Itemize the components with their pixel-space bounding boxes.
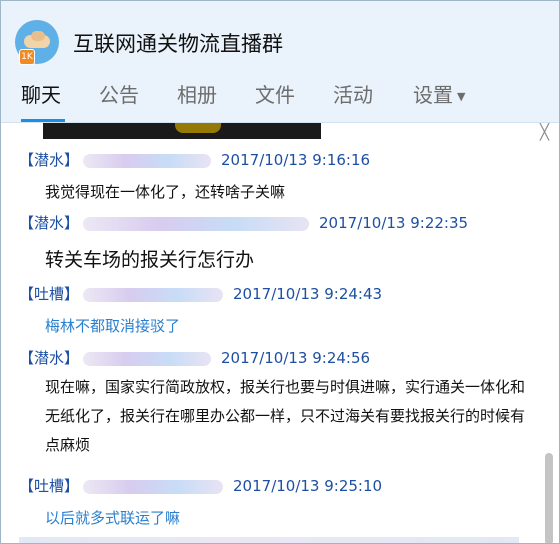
next-message-cutoff <box>19 537 519 543</box>
message-meta: 【吐槽】 2017/10/13 9:25:10 <box>19 475 382 496</box>
message-meta: 【潜水】 2017/10/13 9:22:35 <box>19 212 468 233</box>
message-text: 梅林不都取消接驳了 <box>45 317 181 335</box>
group-title: 互联网通关物流直播群 <box>73 32 283 56</box>
message-time: 2017/10/13 9:16:16 <box>221 151 371 169</box>
message-meta: 【吐槽】 2017/10/13 9:24:43 <box>19 283 382 304</box>
message-time: 2017/10/13 9:25:10 <box>233 477 383 495</box>
shared-image-thumbnail[interactable] <box>43 123 321 139</box>
message-time: 2017/10/13 9:24:56 <box>221 349 371 367</box>
message-text: 转关车场的报关行怎行办 <box>45 249 255 271</box>
message-text: 以后就多式联运了嘛 <box>45 509 181 527</box>
message-meta: 【潜水】 2017/10/13 9:24:56 <box>19 347 370 368</box>
message-time: 2017/10/13 9:22:35 <box>319 214 469 232</box>
chevron-down-icon: ▼ <box>457 90 466 103</box>
close-icon[interactable]: ╳ <box>540 123 549 141</box>
chat-message-area[interactable]: ╳ 【潜水】 2017/10/13 9:16:16 我觉得现在一体化了，还转啥子关… <box>1 123 559 543</box>
message-meta: 【潜水】 2017/10/13 9:16:16 <box>19 149 370 170</box>
tab-settings-label: 设置 <box>413 83 453 107</box>
tab-activities[interactable]: 活动 <box>333 79 373 108</box>
blurred-member-name[interactable] <box>83 153 212 168</box>
active-tab-indicator <box>21 119 65 122</box>
blurred-member-name[interactable] <box>83 216 310 231</box>
group-level-badge: 1K <box>19 49 35 65</box>
tab-album[interactable]: 相册 <box>177 79 217 108</box>
handshake-icon-detail <box>31 31 45 41</box>
blurred-member-name[interactable] <box>83 479 224 494</box>
group-header: 1K 互联网通关物流直播群 聊天 公告 相册 文件 活动 设置 ▼ <box>1 1 559 123</box>
blurred-member-name[interactable] <box>83 351 212 366</box>
member-role-tag: 【潜水】 <box>19 151 80 169</box>
member-role-tag: 【吐槽】 <box>19 285 80 303</box>
message-text: 我觉得现在一体化了，还转啥子关嘛 <box>45 183 286 201</box>
member-role-tag: 【潜水】 <box>19 214 80 232</box>
group-chat-window: 1K 互联网通关物流直播群 聊天 公告 相册 文件 活动 设置 ▼ ╳ 【潜水】 2… <box>0 0 560 544</box>
tab-announcements[interactable]: 公告 <box>99 79 139 108</box>
tab-chat[interactable]: 聊天 <box>21 79 61 108</box>
message-time: 2017/10/13 9:24:43 <box>233 285 383 303</box>
tab-settings[interactable]: 设置 ▼ <box>413 79 465 108</box>
group-tabs: 聊天 公告 相册 文件 活动 设置 ▼ <box>1 77 559 123</box>
tab-files[interactable]: 文件 <box>255 79 295 108</box>
chat-scrollbar[interactable] <box>545 453 553 543</box>
member-role-tag: 【潜水】 <box>19 349 80 367</box>
message-text: 现在嘛，国家实行简政放权，报关行也要与时俱进嘛，实行通关一体化和无纸化了，报关行… <box>45 378 526 454</box>
member-role-tag: 【吐槽】 <box>19 477 80 495</box>
blurred-member-name[interactable] <box>83 287 224 302</box>
image-content <box>175 123 221 133</box>
